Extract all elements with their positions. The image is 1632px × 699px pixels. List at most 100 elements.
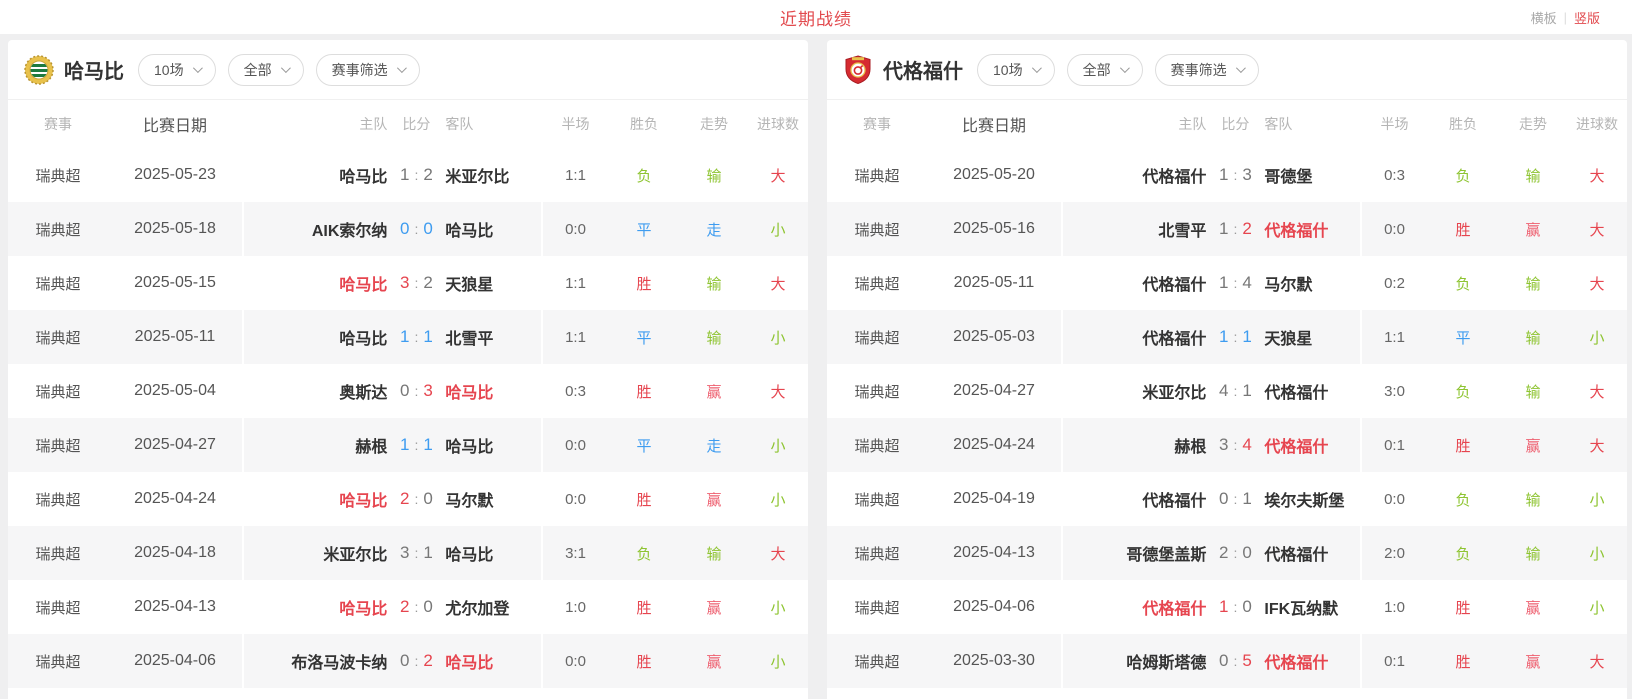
score: 1 : 4 <box>1206 273 1264 293</box>
away-team: 代格福什 <box>1264 217 1360 241</box>
result-cell: 负 <box>608 165 680 186</box>
away-team: 天狼星 <box>445 271 541 295</box>
trend-cell: 赢 <box>680 651 748 672</box>
result-cell: 负 <box>1427 543 1499 564</box>
result-cell: 胜 <box>608 273 680 294</box>
league-cell: 瑞典超 <box>8 327 108 348</box>
match-rows: 瑞典超 2025-05-20 代格福什 1 : 3 哥德堡 0:3 负 输 <box>827 148 1627 688</box>
score: 2 : 0 <box>1206 543 1264 563</box>
match-row: 瑞典超 2025-04-13 哥德堡盖斯 2 : 0 代格福什 2:0 负 输 <box>827 526 1627 580</box>
home-goals: 1 <box>1219 273 1228 293</box>
table-header: 赛事 比赛日期 主队 比分 客队 半场 胜负 走势 进球数 <box>827 100 1627 148</box>
match-row: 瑞典超 2025-04-06 布洛马波卡纳 0 : 2 哈马比 0:0 胜 赢 <box>8 634 808 688</box>
score: 3 : 2 <box>387 273 445 293</box>
score-colon: : <box>1233 221 1237 237</box>
date-cell: 2025-04-06 <box>927 580 1063 634</box>
half-time-cell: 0:0 <box>543 491 608 508</box>
chevron-down-icon <box>1236 63 1246 73</box>
score: 2 : 0 <box>387 489 445 509</box>
league-cell: 瑞典超 <box>8 381 108 402</box>
goals-cell: 大 <box>1567 165 1627 186</box>
chevron-down-icon <box>1032 63 1042 73</box>
league-cell: 瑞典超 <box>8 651 108 672</box>
away-team: 哥德堡 <box>1264 163 1360 187</box>
home-goals: 1 <box>400 165 409 185</box>
event-filter-dropdown[interactable]: 赛事筛选 <box>1155 54 1259 86</box>
col-trend: 走势 <box>680 114 748 134</box>
result-cell: 负 <box>1427 273 1499 294</box>
trend-cell: 赢 <box>1499 435 1567 456</box>
home-team: 布洛马波卡纳 <box>244 649 387 673</box>
match-cell: 哈马比 1 : 2 米亚尔比 <box>244 148 543 202</box>
date-cell: 2025-05-04 <box>108 364 244 418</box>
goals-cell: 小 <box>1567 489 1627 510</box>
away-team: 哈马比 <box>445 541 541 565</box>
home-team: 米亚尔比 <box>244 541 387 565</box>
home-goals: 0 <box>400 219 409 239</box>
date-cell: 2025-04-13 <box>927 526 1063 580</box>
league-cell: 瑞典超 <box>8 165 108 186</box>
result-cell: 负 <box>1427 165 1499 186</box>
away-goals: 2 <box>423 273 432 293</box>
half-time-cell: 0:0 <box>1362 491 1427 508</box>
layout-horizontal-link[interactable]: 横板 <box>1531 8 1557 27</box>
col-result: 胜负 <box>1427 114 1499 134</box>
league-cell: 瑞典超 <box>827 435 927 456</box>
scope-filter-dropdown[interactable]: 全部 <box>228 54 304 86</box>
away-team: 米亚尔比 <box>445 163 541 187</box>
score-colon: : <box>1233 329 1237 345</box>
chevron-down-icon <box>397 63 407 73</box>
col-goals: 进球数 <box>748 114 808 134</box>
score-colon: : <box>1233 599 1237 615</box>
score: 1 : 3 <box>1206 165 1264 185</box>
home-team: 代格福什 <box>1063 163 1206 187</box>
event-filter-label: 赛事筛选 <box>1171 60 1227 80</box>
away-goals: 4 <box>1242 273 1251 293</box>
col-result: 胜负 <box>608 114 680 134</box>
away-goals: 0 <box>423 489 432 509</box>
home-goals: 1 <box>400 435 409 455</box>
away-goals: 0 <box>1242 597 1251 617</box>
score-colon: : <box>1233 275 1237 291</box>
layout-vertical-link[interactable]: 竖版 <box>1574 8 1600 27</box>
match-row: 瑞典超 2025-03-30 哈姆斯塔德 0 : 5 代格福什 0:1 胜 赢 <box>827 634 1627 688</box>
home-goals: 3 <box>400 273 409 293</box>
score-colon: : <box>414 275 418 291</box>
half-time-cell: 0:1 <box>1362 653 1427 670</box>
goals-cell: 大 <box>748 381 808 402</box>
goals-cell: 大 <box>748 165 808 186</box>
match-cell: 米亚尔比 4 : 1 代格福什 <box>1063 364 1362 418</box>
league-cell: 瑞典超 <box>827 327 927 348</box>
date-cell: 2025-05-11 <box>108 310 244 364</box>
home-team: 北雪平 <box>1063 217 1206 241</box>
score-colon: : <box>414 491 418 507</box>
home-team: 奥斯达 <box>244 379 387 403</box>
result-cell: 胜 <box>608 381 680 402</box>
trend-cell: 赢 <box>1499 219 1567 240</box>
score-colon: : <box>414 653 418 669</box>
result-cell: 平 <box>608 219 680 240</box>
date-cell: 2025-05-23 <box>108 148 244 202</box>
trend-cell: 输 <box>1499 381 1567 402</box>
goals-cell: 小 <box>748 219 808 240</box>
chevron-down-icon <box>1120 63 1130 73</box>
half-time-cell: 0:3 <box>543 383 608 400</box>
league-cell: 瑞典超 <box>827 597 927 618</box>
home-goals: 2 <box>400 597 409 617</box>
trend-cell: 走 <box>680 435 748 456</box>
date-cell: 2025-04-13 <box>108 580 244 634</box>
games-filter-dropdown[interactable]: 10场 <box>977 54 1055 86</box>
result-cell: 胜 <box>608 651 680 672</box>
result-cell: 胜 <box>1427 219 1499 240</box>
games-filter-dropdown[interactable]: 10场 <box>138 54 216 86</box>
away-goals: 1 <box>423 327 432 347</box>
panels-container: 哈马比 10场 全部 赛事筛选 赛事 比赛日期 主队 比分 客队 半场 <box>0 34 1632 699</box>
goals-cell: 大 <box>1567 381 1627 402</box>
away-goals: 0 <box>423 597 432 617</box>
match-row: 瑞典超 2025-04-18 米亚尔比 3 : 1 哈马比 3:1 负 输 <box>8 526 808 580</box>
score: 1 : 1 <box>1206 327 1264 347</box>
match-cell: 代格福什 1 : 4 马尔默 <box>1063 256 1362 310</box>
scope-filter-dropdown[interactable]: 全部 <box>1067 54 1143 86</box>
col-match-group: 主队 比分 客队 <box>1063 100 1362 148</box>
event-filter-dropdown[interactable]: 赛事筛选 <box>316 54 420 86</box>
